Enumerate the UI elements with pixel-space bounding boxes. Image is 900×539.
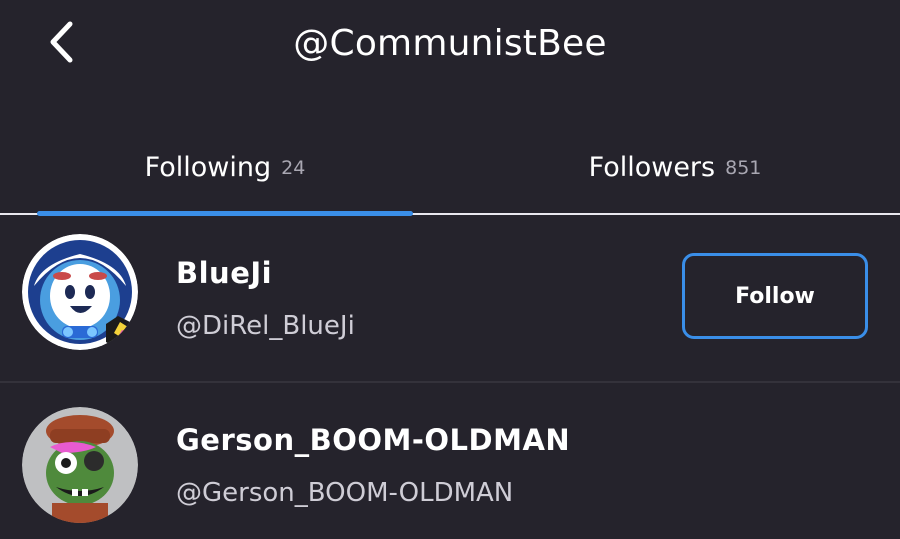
list-item[interactable]: BlueJi @DiRel_BlueJi Follow: [0, 216, 900, 383]
following-screen: @CommunistBee Following 24 Followers 851: [0, 0, 900, 539]
user-display-name: BlueJi: [176, 256, 273, 290]
user-display-name: Gerson_BOOM-OLDMAN: [176, 423, 571, 457]
turtle-avatar-image: [22, 407, 138, 523]
tab-following[interactable]: Following 24: [37, 120, 413, 214]
header: @CommunistBee: [0, 0, 900, 90]
tab-bar: Following 24 Followers 851: [0, 120, 900, 216]
tab-followers-count: 851: [725, 157, 762, 179]
tab-followers[interactable]: Followers 851: [487, 120, 863, 214]
tab-followers-label: Followers: [588, 151, 716, 183]
follow-button[interactable]: Follow: [682, 253, 868, 339]
user-handle: @DiRel_BlueJi: [176, 311, 355, 341]
list-item[interactable]: Gerson_BOOM-OLDMAN @Gerson_BOOM-OLDMAN: [0, 383, 900, 539]
tab-following-label: Following: [144, 151, 272, 183]
page-title: @CommunistBee: [293, 23, 607, 64]
tab-following-count: 24: [281, 157, 306, 179]
bird-avatar-image: [22, 234, 138, 350]
avatar[interactable]: [22, 234, 138, 350]
user-handle: @Gerson_BOOM-OLDMAN: [176, 478, 514, 508]
avatar[interactable]: [22, 407, 138, 523]
